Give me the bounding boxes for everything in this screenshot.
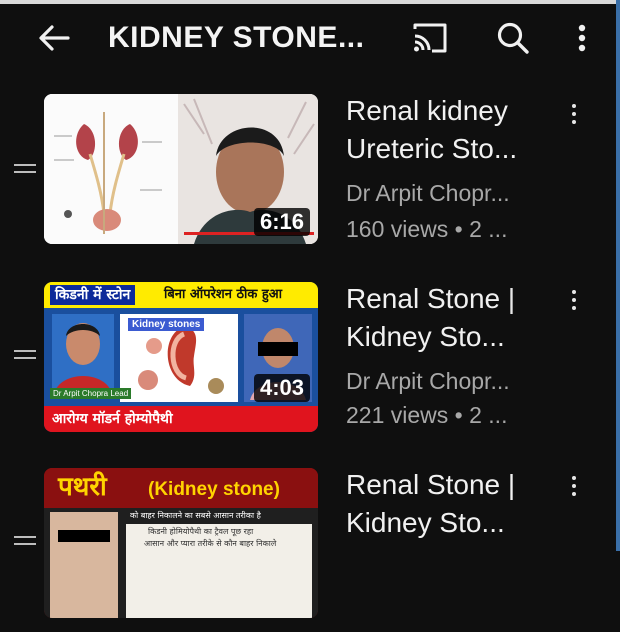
window-frame-edge <box>616 0 620 551</box>
video-title-line1[interactable]: Renal kidney <box>346 92 546 130</box>
video-duration: 6:16 <box>253 208 310 236</box>
thumbnail-sub2: किडनी होमियोपैथी का ट्रैवल पूछ रहा <box>148 527 254 536</box>
video-duration: 4:03 <box>253 374 310 402</box>
video-thumbnail[interactable]: किडनी में स्टोन बिना ऑपरेशन ठीक हुआ Kidn… <box>44 282 318 432</box>
item-more-icon[interactable] <box>566 104 582 132</box>
video-thumbnail[interactable]: पथरी (Kidney stone) को बाहर निकालने का स… <box>44 468 318 618</box>
thumbnail-footer: आरोग्य मॉडर्न होम्योपैथी <box>52 411 173 427</box>
thumbnail-doctor-label: Dr Arpit Chopra Lead <box>50 388 132 399</box>
app-bar: KIDNEY STONE... <box>0 4 616 70</box>
drag-handle-icon[interactable] <box>14 164 36 176</box>
back-arrow-icon[interactable] <box>34 18 74 58</box>
drag-handle-icon[interactable] <box>14 536 36 548</box>
playlist-title: KIDNEY STONE... <box>108 21 365 54</box>
playlist-item[interactable]: 6:16 Renal kidney Ureteric Sto... Dr Arp… <box>0 88 616 258</box>
more-vert-icon[interactable] <box>572 18 592 58</box>
drag-handle-icon[interactable] <box>14 350 36 362</box>
item-more-icon[interactable] <box>566 290 582 318</box>
search-icon[interactable] <box>494 19 532 57</box>
playlist-item[interactable]: किडनी में स्टोन बिना ऑपरेशन ठीक हुआ Kidn… <box>0 276 616 446</box>
view-count: 160 views • 2 ... <box>346 216 508 242</box>
video-title-line1[interactable]: Renal Stone | <box>346 280 546 318</box>
channel-name: Dr Arpit Chopr... <box>346 180 510 206</box>
playlist-item[interactable]: पथरी (Kidney stone) को बाहर निकालने का स… <box>0 462 616 632</box>
thumbnail-sub1: को बाहर निकालने का सबसे आसान तरीका है <box>130 511 261 520</box>
view-count: 221 views • 2 ... <box>346 402 508 428</box>
channel-name: Dr Arpit Chopr... <box>346 368 510 394</box>
video-thumbnail[interactable]: 6:16 <box>44 94 318 244</box>
video-title-line1[interactable]: Renal Stone | <box>346 466 546 504</box>
thumbnail-panel-label: Kidney stones <box>128 318 205 331</box>
video-title-line2[interactable]: Ureteric Sto... <box>346 130 546 168</box>
cast-icon[interactable] <box>410 20 450 56</box>
thumbnail-sub3: आसान और प्यारा तरीके से कौन बाहर निकाले <box>144 539 277 548</box>
video-title-line2[interactable]: Kidney Sto... <box>346 318 546 356</box>
item-more-icon[interactable] <box>566 476 582 504</box>
video-title-line2[interactable]: Kidney Sto... <box>346 504 546 542</box>
